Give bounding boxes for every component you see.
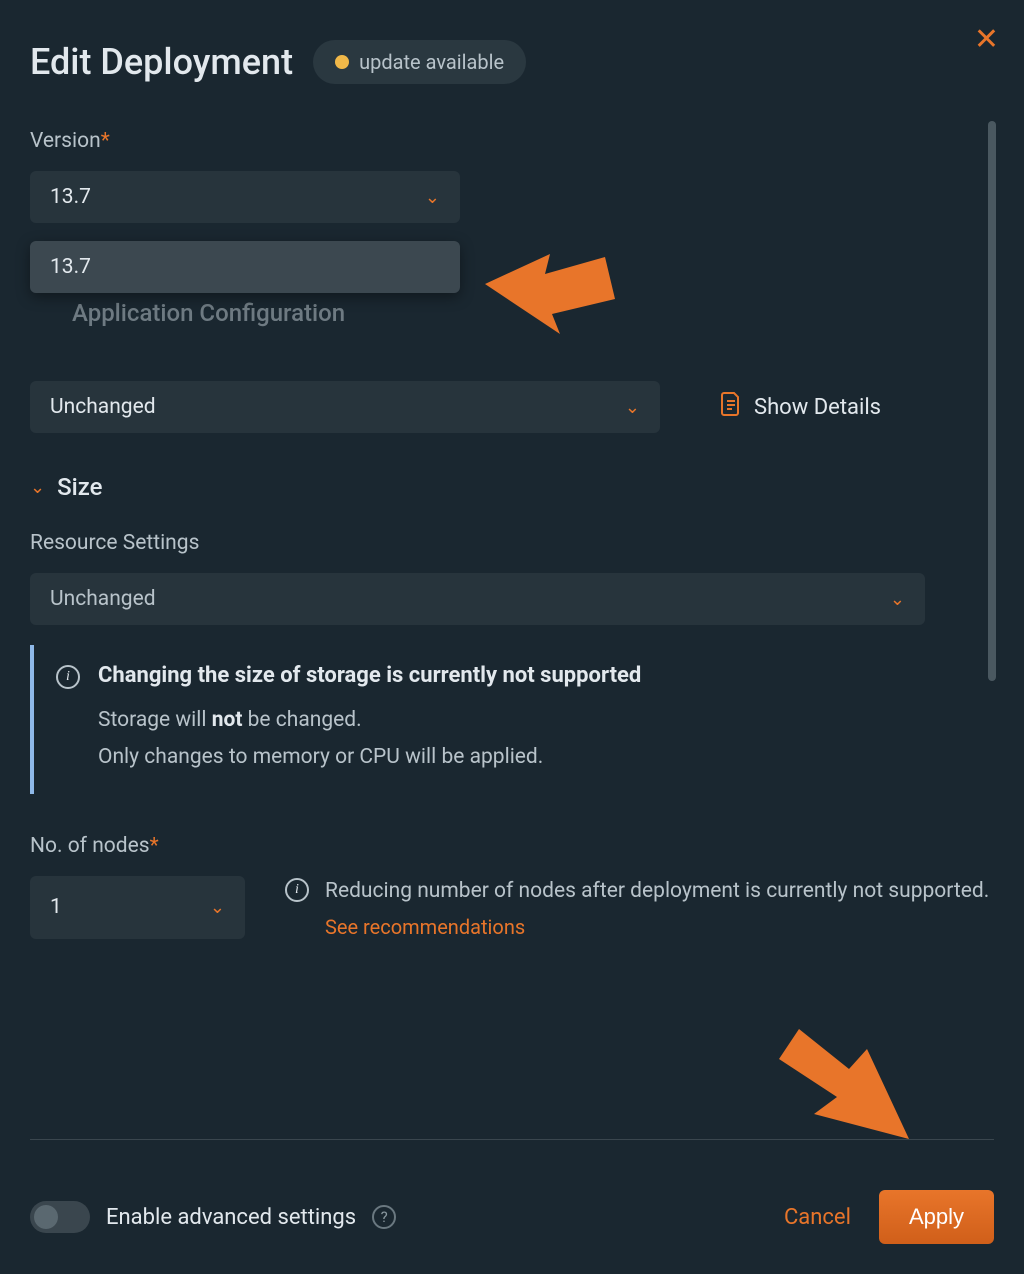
version-value: 13.7	[50, 185, 91, 209]
footer-buttons: Cancel Apply	[784, 1190, 994, 1244]
nodes-label: No. of nodes*	[30, 834, 994, 858]
nodes-info: i Reducing number of nodes after deploym…	[285, 876, 989, 940]
resource-settings-value: Unchanged	[50, 587, 156, 611]
app-config-value: Unchanged	[50, 395, 156, 419]
chevron-down-icon: ⌄	[625, 397, 640, 418]
nodes-warning: Reducing number of nodes after deploymen…	[325, 876, 989, 908]
info-icon: i	[56, 665, 80, 689]
nodes-row: 1 ⌄ i Reducing number of nodes after dep…	[30, 876, 994, 940]
advanced-settings-row: Enable advanced settings ?	[30, 1201, 396, 1233]
version-select[interactable]: 13.7 ⌄	[30, 171, 460, 223]
chevron-down-icon: ⌄	[210, 897, 225, 918]
dialog-body: Version* 13.7 ⌄ 13.7 Application Configu…	[30, 129, 994, 1133]
annotation-arrow-icon	[430, 199, 630, 349]
dialog-title: Edit Deployment	[30, 41, 293, 83]
version-label: Version*	[30, 129, 994, 153]
show-details-label: Show Details	[754, 395, 881, 420]
app-config-header-obscured: Application Configuration	[72, 299, 345, 327]
see-recommendations-link[interactable]: See recommendations	[325, 915, 525, 939]
status-dot-icon	[335, 55, 349, 69]
resource-settings-select[interactable]: Unchanged ⌄	[30, 573, 925, 625]
dialog-header: Edit Deployment update available	[30, 40, 994, 84]
size-section-label: Size	[57, 473, 102, 501]
badge-text: update available	[359, 50, 504, 74]
update-available-badge: update available	[313, 40, 526, 84]
close-icon[interactable]: ✕	[974, 25, 999, 55]
nodes-select[interactable]: 1 ⌄	[30, 876, 245, 940]
apply-button[interactable]: Apply	[879, 1190, 994, 1244]
info-text: Storage will not be changed. Only change…	[98, 702, 984, 776]
chevron-down-icon: ⌄	[30, 477, 45, 498]
advanced-settings-label: Enable advanced settings	[106, 1205, 356, 1230]
advanced-settings-toggle[interactable]	[30, 1201, 90, 1233]
cancel-button[interactable]: Cancel	[784, 1205, 851, 1230]
app-config-select[interactable]: Unchanged ⌄	[30, 381, 660, 433]
nodes-value: 1	[50, 895, 62, 919]
chevron-down-icon: ⌄	[890, 589, 905, 610]
scrollbar[interactable]	[988, 121, 996, 681]
resource-settings-label: Resource Settings	[30, 531, 994, 555]
size-section-header[interactable]: ⌄ Size	[30, 473, 994, 501]
edit-deployment-dialog: ✕ Edit Deployment update available Versi…	[0, 0, 1024, 1274]
help-icon[interactable]: ?	[372, 1205, 396, 1229]
version-option[interactable]: 13.7	[30, 241, 460, 293]
info-icon: i	[285, 878, 309, 902]
show-details-button[interactable]: Show Details	[720, 391, 881, 423]
info-title: Changing the size of storage is currentl…	[98, 663, 984, 688]
toggle-knob	[34, 1205, 58, 1229]
annotation-arrow-icon	[759, 1009, 929, 1169]
app-config-row: Unchanged ⌄ Show Details	[30, 381, 994, 433]
storage-info-box: i Changing the size of storage is curren…	[30, 645, 994, 794]
document-icon	[720, 391, 742, 423]
